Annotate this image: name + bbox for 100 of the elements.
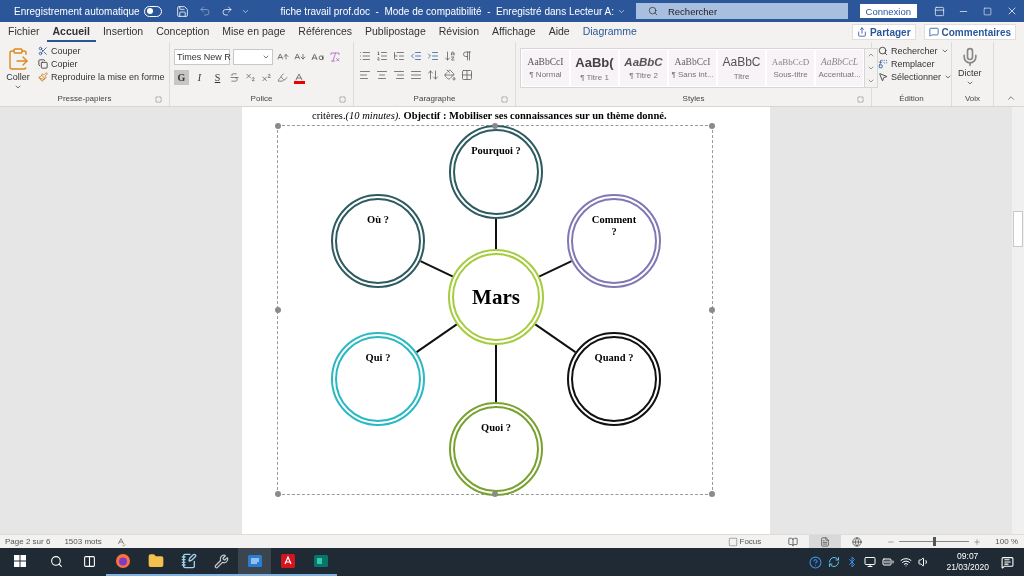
cut-button[interactable]: Couper — [36, 45, 167, 57]
word-count[interactable]: 1503 mots — [64, 537, 102, 546]
style-item[interactable]: AaBbC Titre — [718, 50, 765, 86]
decrease-indent-icon[interactable] — [410, 50, 422, 62]
help-icon[interactable] — [809, 555, 823, 569]
grow-font-icon[interactable] — [277, 51, 289, 63]
resize-handle[interactable] — [275, 123, 281, 129]
ribbon-tab[interactable]: Publipostage — [359, 22, 432, 42]
format-button[interactable]: G — [174, 70, 189, 85]
line-spacing-icon[interactable] — [427, 69, 439, 81]
ribbon-tab[interactable]: Fichier — [2, 22, 46, 42]
resize-handle[interactable] — [709, 123, 715, 129]
search-icon[interactable] — [647, 6, 658, 16]
align-center-icon[interactable] — [376, 69, 388, 81]
vertical-scrollbar[interactable] — [1012, 107, 1024, 534]
ribbon-tab[interactable]: Affichage — [486, 22, 542, 42]
bullet-list-icon[interactable] — [359, 50, 371, 62]
format-button[interactable]: I — [192, 70, 207, 85]
wifi-icon[interactable] — [900, 556, 913, 568]
restore-icon[interactable] — [983, 6, 993, 16]
sort-icon[interactable] — [444, 50, 456, 62]
pilcrow-icon[interactable] — [461, 50, 473, 62]
zoom-level[interactable]: 100 % — [995, 537, 1018, 546]
style-item[interactable]: AaBbCcI ¶ Normal — [522, 50, 569, 86]
format-button[interactable]: S — [210, 70, 225, 85]
replace-button[interactable]: Remplacer — [876, 58, 955, 70]
strikethrough-icon[interactable] — [229, 72, 240, 83]
group-label: Paragraphe — [413, 93, 456, 105]
group-label: Styles — [682, 93, 705, 105]
paste-button[interactable]: Coller — [4, 45, 32, 93]
proofing-icon[interactable] — [115, 536, 126, 547]
clear-formatting-icon[interactable] — [329, 51, 341, 63]
shading-icon[interactable] — [444, 69, 456, 81]
ribbon-display-icon[interactable] — [933, 5, 945, 17]
caret-icon — [14, 83, 22, 91]
select-button[interactable]: Sélectionner — [876, 71, 955, 83]
subscript-icon[interactable] — [245, 72, 256, 83]
ribbon-tab[interactable]: Aide — [542, 22, 576, 42]
style-item[interactable]: AaBb( ¶ Titre 1 — [571, 50, 618, 86]
highlighter-icon[interactable] — [277, 72, 288, 83]
multilevel-list-icon[interactable] — [393, 50, 405, 62]
comments-button[interactable]: Commentaires — [923, 24, 1016, 40]
sign-in-button[interactable]: Connexion — [859, 4, 917, 18]
zoom-in-icon[interactable] — [973, 537, 982, 546]
style-item[interactable]: AaBbCcD Sous-titre — [767, 50, 814, 86]
find-button[interactable]: Rechercher — [876, 45, 955, 57]
resize-handle[interactable] — [709, 491, 715, 497]
ribbon-tab[interactable]: Insertion — [96, 22, 150, 42]
ribbon-tab[interactable]: Conception — [150, 22, 216, 42]
web-layout-icon — [852, 536, 863, 547]
scroll-up-button[interactable] — [865, 49, 877, 62]
undo-icon[interactable] — [199, 5, 212, 17]
group-label: Presse-papiers — [57, 93, 112, 105]
sync-icon[interactable] — [828, 556, 841, 568]
dictate-button[interactable]: Dicter — [956, 45, 984, 93]
borders-icon[interactable] — [461, 69, 473, 81]
question-circle: Qui ? — [331, 332, 425, 426]
format-painter-button[interactable]: Reproduire la mise en forme — [36, 71, 167, 83]
resize-handle[interactable] — [275, 491, 281, 497]
increase-indent-icon[interactable] — [427, 50, 439, 62]
clock[interactable]: 09:07 21/03/2020 — [946, 551, 989, 573]
superscript-icon[interactable] — [261, 72, 272, 83]
ribbon-tab[interactable]: Références — [292, 22, 359, 42]
caret-icon — [262, 53, 270, 61]
resize-handle[interactable] — [275, 307, 281, 313]
style-item[interactable]: AaBbC ¶ Titre 2 — [620, 50, 667, 86]
font-color-icon[interactable] — [293, 71, 305, 84]
ribbon-tab[interactable]: Mise en page — [216, 22, 292, 42]
ribbon-tab[interactable]: Diagramme — [576, 22, 643, 42]
collapse-ribbon-icon[interactable] — [1006, 93, 1016, 103]
align-right-icon[interactable] — [393, 69, 405, 81]
redo-icon[interactable] — [221, 5, 234, 17]
shrink-font-icon[interactable] — [294, 51, 306, 63]
focus-icon — [727, 536, 738, 547]
style-item[interactable]: AaBbCcL Accentuat... — [816, 50, 863, 86]
font-size-field[interactable] — [233, 49, 273, 65]
share-button[interactable]: Partager — [851, 24, 916, 40]
page-count[interactable]: Page 2 sur 6 — [5, 537, 51, 546]
notification-icon[interactable] — [1001, 555, 1014, 569]
copy-button[interactable]: Copier — [36, 58, 167, 70]
focus-button[interactable]: Focus — [725, 535, 764, 548]
screen-icon[interactable] — [864, 556, 877, 568]
battery-icon[interactable] — [882, 556, 895, 568]
resize-handle[interactable] — [492, 123, 498, 129]
more-button[interactable] — [865, 74, 877, 87]
connector-line — [495, 343, 497, 403]
font-name-field[interactable]: Times New R — [174, 49, 230, 65]
align-left-icon[interactable] — [359, 69, 371, 81]
style-item[interactable]: AaBbCcI ¶ Sans int... — [669, 50, 716, 86]
search-field[interactable]: Rechercher — [635, 3, 848, 19]
print-layout-icon — [820, 536, 831, 547]
taskbar-app[interactable] — [238, 548, 271, 576]
resize-handle[interactable] — [492, 491, 498, 497]
save-icon[interactable] — [176, 4, 190, 18]
resize-handle[interactable] — [709, 307, 715, 313]
ribbon-tab[interactable]: Révision — [432, 22, 486, 42]
justify-icon[interactable] — [410, 69, 422, 81]
connector-line — [533, 322, 577, 354]
numbered-list-icon[interactable] — [376, 50, 388, 62]
view-button[interactable] — [809, 535, 842, 548]
